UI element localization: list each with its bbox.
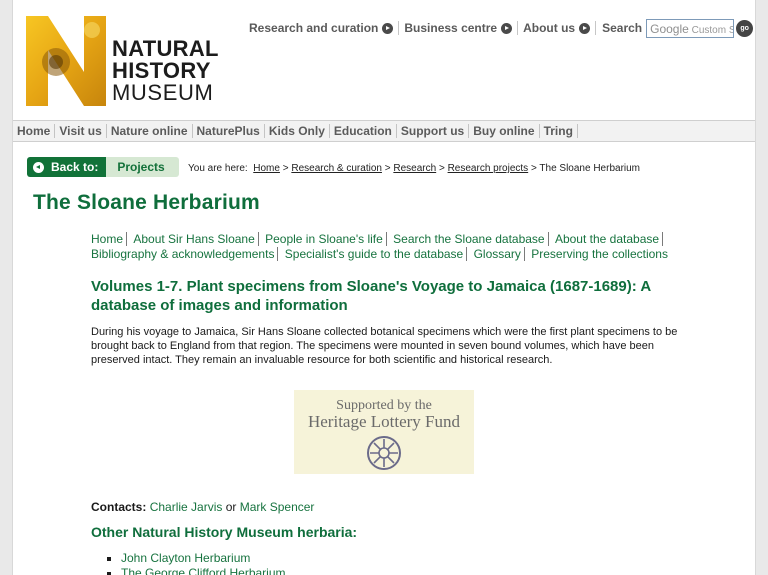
breadcrumb-current: The Sloane Herbarium [539,163,641,174]
subnav-specialists-guide[interactable]: Specialist's guide to the database [281,247,468,261]
nhm-logo[interactable]: NATURAL HISTORY MUSEUM [26,16,236,108]
page-title: The Sloane Herbarium [33,191,260,214]
breadcrumb-research-curation[interactable]: Research & curation [291,163,382,174]
mainnav-home[interactable]: Home [13,124,56,138]
topnav-about-us[interactable]: About us [518,21,597,35]
page: NATURAL HISTORY MUSEUM Research and cura… [12,0,756,575]
subnav-about-sir-hans-sloane[interactable]: About Sir Hans Sloane [130,232,259,246]
herbaria-list: John Clayton Herbarium The George Cliffo… [107,551,286,575]
subnav-people-in-sloanes-life[interactable]: People in Sloane's life [262,232,387,246]
herbarium-link-george-clifford[interactable]: The George Clifford Herbarium [121,566,286,575]
other-herbaria-heading: Other Natural History Museum herbaria: [91,524,358,540]
contact-charlie-jarvis[interactable]: Charlie Jarvis [150,500,223,514]
mainnav-buy-online[interactable]: Buy online [469,124,540,138]
back-button[interactable]: Back to: [27,157,107,177]
topnav-business-centre[interactable]: Business centre [399,21,519,35]
hlf-line2: Heritage Lottery Fund [307,412,460,431]
contact-mark-spencer[interactable]: Mark Spencer [240,500,315,514]
subnav-bibliography[interactable]: Bibliography & acknowledgements [91,247,279,261]
mainnav-nature-online[interactable]: Nature online [107,124,193,138]
logo-line-natural: NATURAL [112,36,219,61]
intro-paragraph: During his voyage to Jamaica, Sir Hans S… [91,326,678,366]
logo-line-museum: MUSEUM [112,80,214,105]
breadcrumb-home[interactable]: Home [253,163,280,174]
search-label: Search [602,21,643,35]
topnav-label: Research and curation [249,21,379,35]
mainnav-visit-us[interactable]: Visit us [55,124,107,138]
logo-line-history: HISTORY [112,58,211,83]
topnav-research-and-curation[interactable]: Research and curation [249,21,400,35]
hlf-emblem-icon [367,436,401,470]
herbarium-link-john-clayton[interactable]: John Clayton Herbarium [121,551,250,565]
subnav-home[interactable]: Home [91,232,128,246]
breadcrumb: You are here: Home > Research & curation… [188,163,640,174]
breadcrumb-research-projects[interactable]: Research projects [448,163,529,174]
search-placeholder-text: Custom S [691,24,735,36]
arrow-right-icon [382,22,394,34]
mainnav-education[interactable]: Education [330,124,397,138]
back-bar: Back to: Projects [27,157,179,177]
sloane-subnav: Home About Sir Hans Sloane People in Slo… [91,232,691,262]
breadcrumb-sep: > [438,163,445,174]
mainnav-support-us[interactable]: Support us [397,124,470,138]
top-nav: Research and curation Business centre Ab… [249,18,754,38]
subnav-about-database[interactable]: About the database [551,232,664,246]
breadcrumb-sep: > [530,163,537,174]
search-go-button[interactable]: go [736,19,754,37]
contacts-label: Contacts: [91,500,147,514]
mainnav-tring[interactable]: Tring [540,124,578,138]
topnav-label: About us [523,21,576,35]
list-item[interactable]: John Clayton Herbarium [107,551,286,566]
mainnav-kids-only[interactable]: Kids Only [265,124,330,138]
list-item[interactable]: The George Clifford Herbarium [107,566,286,575]
subnav-glossary[interactable]: Glossary [470,247,525,261]
breadcrumb-sep: > [384,163,391,174]
nhm-n-logo-icon [26,16,106,106]
arrow-right-icon [579,22,591,34]
arrow-left-icon [33,161,44,173]
search-placeholder-brand: Google [650,21,689,36]
hlf-line1: Supported by the [336,398,432,413]
topnav-label: Business centre [404,21,498,35]
subnav-preserving-collections[interactable]: Preserving the collections [528,247,671,261]
breadcrumb-sep: > [282,163,289,174]
subnav-search-database[interactable]: Search the Sloane database [390,232,549,246]
projects-button[interactable]: Projects [106,157,179,177]
mainnav-natureplus[interactable]: NaturePlus [193,124,265,138]
section-heading: Volumes 1-7. Plant specimens from Sloane… [91,278,651,314]
back-label: Back to: [51,160,99,174]
arrow-right-icon [501,22,513,34]
search-input[interactable]: Google Custom S [646,18,735,38]
contacts-joiner: or [225,500,237,514]
contacts: Contacts: Charlie Jarvis or Mark Spencer [91,500,314,514]
main-nav: Home Visit us Nature online NaturePlus K… [13,120,755,142]
heritage-lottery-fund-logo[interactable]: Supported by the Heritage Lottery Fund [294,390,474,474]
breadcrumb-prefix: You are here: [188,163,248,174]
breadcrumb-research[interactable]: Research [393,163,436,174]
